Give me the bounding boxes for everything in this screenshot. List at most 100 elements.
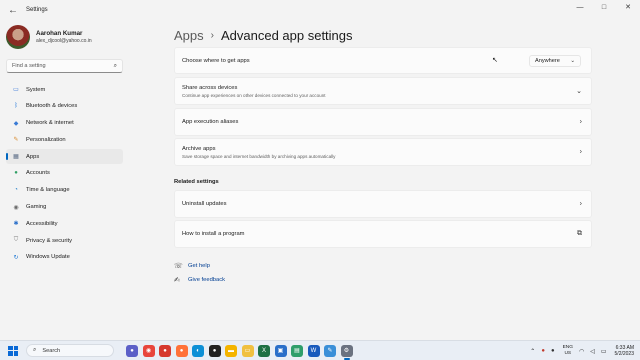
search-icon: ⌕ bbox=[33, 347, 37, 353]
sidebar-item-personalization[interactable]: ✎ Personalization bbox=[6, 132, 123, 147]
taskbar-search[interactable]: ⌕ Search bbox=[26, 344, 114, 357]
speaker-icon[interactable]: ◁ bbox=[590, 348, 595, 355]
window-controls: — □ ✕ bbox=[568, 0, 640, 14]
sidebar-item-accessibility[interactable]: ✱ Accessibility bbox=[6, 216, 123, 231]
accounts-icon: ● bbox=[14, 170, 18, 177]
language-indicator[interactable]: ENG US bbox=[563, 345, 573, 357]
sidebar-item-label: Network & internet bbox=[26, 120, 74, 127]
notes-app-icon[interactable]: ▤ bbox=[291, 344, 303, 357]
sidebar-item-windows-update[interactable]: ↻ Windows Update bbox=[6, 250, 123, 265]
tray-app-icon[interactable]: ● bbox=[541, 348, 545, 354]
search-box[interactable]: ⌕ bbox=[6, 59, 123, 73]
minimize-button[interactable]: — bbox=[568, 0, 592, 14]
archive-apps-card[interactable]: Archive apps Save storage space and inte… bbox=[174, 138, 592, 166]
page-title: Advanced app settings bbox=[220, 27, 353, 43]
choose-where-to-get-apps-card: Choose where to get apps Anywhere ⌄ bbox=[174, 47, 592, 74]
sidebar-item-label: Time & language bbox=[26, 187, 70, 194]
windows-update-icon: ↻ bbox=[13, 254, 19, 261]
card-title: Choose where to get apps bbox=[182, 57, 250, 64]
edge-app-icon[interactable]: ◐ bbox=[192, 344, 204, 357]
sidebar-item-label: Privacy & security bbox=[26, 237, 73, 244]
sidebar-item-label: Apps bbox=[26, 153, 40, 160]
how-to-install-program-card[interactable]: How to install a program ⧉ bbox=[174, 220, 592, 248]
store-app-icon[interactable]: ▣ bbox=[274, 344, 287, 357]
sidebar-item-privacy-security[interactable]: ⛉ Privacy & security bbox=[6, 233, 123, 248]
close-button[interactable]: ✕ bbox=[616, 0, 640, 14]
chevron-up-icon[interactable]: ⌃ bbox=[530, 348, 535, 355]
give-feedback-link[interactable]: ✍ Give feedback bbox=[174, 276, 225, 284]
sidebar-item-label: Accounts bbox=[26, 170, 50, 177]
explorer-app-icon[interactable]: ▭ bbox=[241, 344, 254, 357]
chevron-right-icon: › bbox=[579, 148, 582, 156]
card-title: Share across devices bbox=[182, 84, 238, 91]
sidebar-item-gaming[interactable]: ◉ Gaming bbox=[6, 200, 123, 215]
chat-app-icon[interactable]: ● bbox=[126, 344, 138, 357]
breadcrumb-parent[interactable]: Apps bbox=[174, 28, 204, 43]
sidebar-item-apps[interactable]: ▦ Apps bbox=[6, 149, 123, 165]
card-title: How to install a program bbox=[182, 231, 245, 237]
settings-app-icon[interactable]: ⚙ bbox=[340, 344, 353, 360]
sidebar-item-label: Bluetooth & devices bbox=[26, 103, 78, 110]
excel-app-icon[interactable]: X bbox=[258, 344, 270, 357]
tray-app-icon[interactable]: ● bbox=[551, 348, 555, 354]
card-title: App execution aliases bbox=[182, 119, 239, 125]
card-subtitle: Save storage space and internet bandwidt… bbox=[182, 153, 336, 159]
get-help-link[interactable]: ☏ Get help bbox=[174, 262, 210, 270]
external-link-icon: ⧉ bbox=[577, 230, 582, 237]
share-across-devices-card[interactable]: Share across devices Continue app experi… bbox=[174, 77, 592, 105]
help-icon: ☏ bbox=[174, 263, 183, 270]
date-label: 5/2/2023 bbox=[614, 351, 634, 357]
chevron-right-icon: › bbox=[579, 118, 582, 126]
sidebar-item-accounts[interactable]: ● Accounts bbox=[6, 166, 123, 181]
word-app-icon[interactable]: W bbox=[307, 344, 320, 357]
breadcrumb-separator: › bbox=[210, 29, 214, 41]
sidebar-item-label: Windows Update bbox=[26, 254, 70, 261]
breadcrumb: Apps › Advanced app settings bbox=[174, 24, 592, 46]
sidebar-nav: ▭ System ᛒ Bluetooth & devices ◆ Network & in… bbox=[6, 82, 123, 267]
chevron-down-icon: ⌄ bbox=[570, 57, 575, 64]
app-execution-aliases-card[interactable]: App execution aliases › bbox=[174, 108, 592, 136]
network-icon: ◆ bbox=[13, 120, 19, 127]
get-apps-dropdown[interactable]: Anywhere ⌄ bbox=[529, 54, 581, 67]
files-app-icon[interactable]: ▬ bbox=[225, 344, 237, 357]
window-title: Settings bbox=[26, 7, 48, 13]
paint-app-icon[interactable]: ✎ bbox=[324, 344, 336, 357]
privacy-icon: ⛉ bbox=[13, 237, 19, 244]
give-feedback-label: Give feedback bbox=[188, 277, 226, 283]
sidebar-item-bluetooth-devices[interactable]: ᛒ Bluetooth & devices bbox=[6, 99, 123, 114]
region-label: US bbox=[564, 351, 572, 356]
app-red-icon[interactable]: ● bbox=[159, 344, 171, 357]
sidebar-item-time-language[interactable]: ◔ Time & language bbox=[6, 183, 123, 198]
uninstall-updates-card[interactable]: Uninstall updates › bbox=[174, 190, 592, 218]
sidebar: Aarohan Kumar alex_djcool@yahoo.co.in ⌕ … bbox=[0, 20, 130, 340]
firefox-app-icon[interactable]: ● bbox=[175, 344, 188, 357]
gaming-icon: ◉ bbox=[13, 204, 19, 211]
sidebar-item-label: Accessibility bbox=[26, 220, 58, 227]
avatar[interactable] bbox=[6, 25, 30, 49]
related-settings-heading: Related settings bbox=[174, 179, 219, 185]
bluetooth-icon: ᛒ bbox=[14, 103, 18, 110]
battery-icon[interactable]: ▭ bbox=[601, 348, 607, 355]
get-help-label: Get help bbox=[188, 263, 210, 269]
chevron-down-icon[interactable]: ⌄ bbox=[576, 87, 582, 95]
feedback-icon: ✍ bbox=[174, 277, 180, 284]
back-arrow-icon[interactable]: ← bbox=[6, 3, 20, 17]
start-button[interactable] bbox=[8, 345, 18, 356]
profile-name: Aarohan Kumar bbox=[36, 30, 83, 37]
maximize-button[interactable]: □ bbox=[592, 0, 616, 14]
clock[interactable]: 6:33 AM 5/2/2023 bbox=[615, 345, 634, 358]
sidebar-item-network-internet[interactable]: ◆ Network & internet bbox=[6, 116, 123, 131]
app-dark-icon[interactable]: ● bbox=[208, 344, 221, 357]
user-profile[interactable]: Aarohan Kumar alex_djcool@yahoo.co.in bbox=[6, 25, 92, 49]
profile-email: alex_djcool@yahoo.co.in bbox=[36, 38, 92, 44]
sidebar-item-system[interactable]: ▭ System bbox=[6, 82, 123, 97]
search-input[interactable] bbox=[12, 63, 114, 69]
chevron-right-icon: › bbox=[579, 200, 582, 208]
search-icon[interactable]: ⌕ bbox=[114, 63, 117, 70]
mouse-cursor-icon: ↖ bbox=[492, 57, 498, 64]
wifi-icon[interactable]: ◠ bbox=[579, 348, 584, 355]
card-subtitle: Continue app experiences on other device… bbox=[182, 92, 326, 98]
sidebar-item-label: System bbox=[26, 86, 46, 93]
chrome-app-icon[interactable]: ◉ bbox=[142, 344, 155, 357]
dropdown-value: Anywhere bbox=[535, 57, 560, 64]
